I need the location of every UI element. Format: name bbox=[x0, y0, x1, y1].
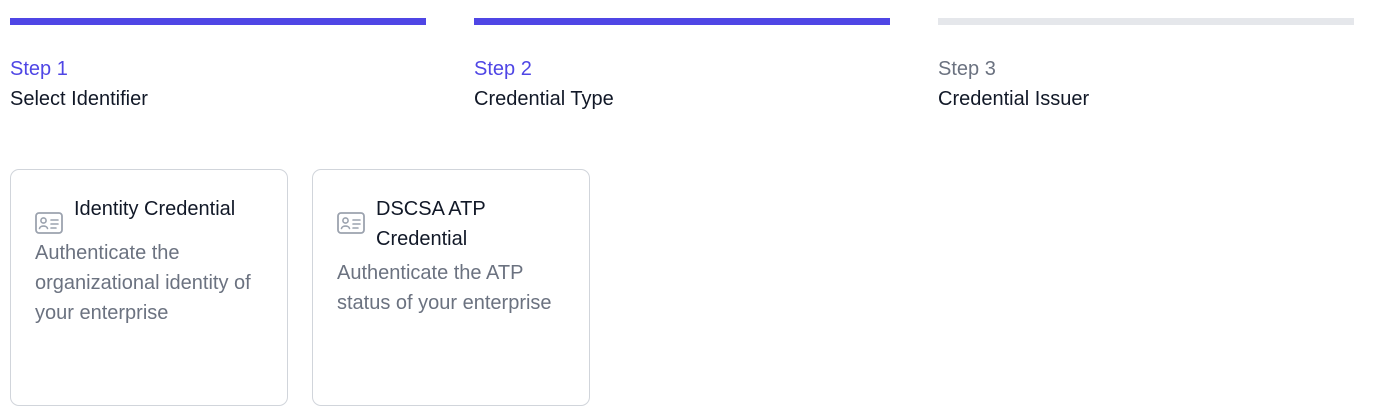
step-progress-bar bbox=[938, 18, 1354, 25]
step-number: Step 3 bbox=[938, 58, 996, 80]
card-title: Identity Credential bbox=[74, 198, 236, 220]
step-label: Credential Type bbox=[474, 88, 614, 110]
dscsa-atp-credential-card[interactable]: DSCSA ATP Credential Authenticate the AT… bbox=[312, 169, 590, 406]
progress-steps: Step 1 Select Identifier Step 2 Credenti… bbox=[10, 18, 1354, 114]
step-credential-type[interactable]: Step 2 Credential Type bbox=[474, 18, 890, 114]
step-progress-bar bbox=[474, 18, 890, 25]
step-progress-bar bbox=[10, 18, 426, 25]
step-credential-issuer[interactable]: Step 3 Credential Issuer bbox=[938, 18, 1354, 114]
identity-credential-card[interactable]: Identity Credential Authenticate the org… bbox=[10, 169, 288, 406]
card-title: DSCSA ATP Credential bbox=[376, 198, 486, 250]
id-card-icon bbox=[35, 212, 63, 234]
step-label: Select Identifier bbox=[10, 88, 148, 110]
step-number: Step 2 bbox=[474, 58, 532, 80]
step-select-identifier[interactable]: Step 1 Select Identifier bbox=[10, 18, 426, 114]
step-number: Step 1 bbox=[10, 58, 68, 80]
step-label: Credential Issuer bbox=[938, 88, 1090, 110]
id-card-icon bbox=[337, 212, 365, 234]
credential-type-options: Identity Credential Authenticate the org… bbox=[10, 169, 590, 406]
card-description: Authenticate the ATP status of your ente… bbox=[337, 262, 552, 314]
card-description: Authenticate the organizational identity… bbox=[35, 242, 251, 324]
